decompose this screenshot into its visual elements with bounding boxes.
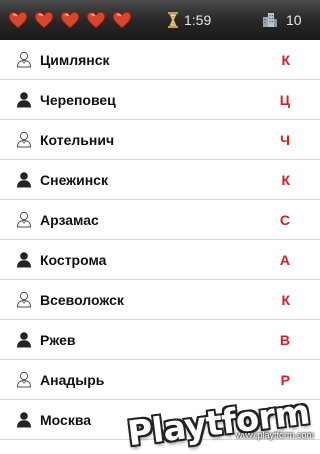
city-name: Цимлянск [40,52,110,68]
list-item[interactable]: Кострома А [0,240,320,280]
score-value: 10 [286,12,302,28]
status-bar: 1:59 10 [0,0,320,41]
last-letter: К [281,52,290,68]
list-item[interactable]: Всеволожск К [0,280,320,320]
watermark-url: www.playtform.com [235,430,314,440]
person-filled-icon [17,332,31,348]
last-letter: А [279,252,290,268]
hourglass-icon [168,12,178,28]
list-item[interactable]: Ржев В [0,320,320,360]
person-outline-icon [16,291,32,308]
last-letter: К [281,172,290,188]
heart-icon [112,11,132,29]
list-item[interactable]: Череповец Ц [0,80,320,120]
heart-icon [60,11,80,29]
person-filled-icon [17,172,31,188]
city-name: Кострома [40,252,107,268]
person-outline-icon [16,371,32,388]
heart-icon [8,11,28,29]
heart-icon [34,11,54,29]
person-outline-icon [16,51,32,68]
city-name: Всеволожск [40,292,124,308]
list-item[interactable]: Цимлянск К [0,40,320,80]
person-filled-icon [17,252,31,268]
buildings-icon [263,13,277,27]
city-name: Череповец [40,92,116,108]
city-name: Котельнич [40,132,115,148]
heart-icon [86,11,106,29]
watermark-brand: Playtform [125,392,312,454]
person-filled-icon [17,92,31,108]
last-letter: Ч [280,132,290,148]
city-name: Арзамас [40,212,99,228]
city-list: Цимлянск К Череповец Ц Котельнич Ч Снежи… [0,40,320,440]
score: 10 [262,11,302,29]
list-item[interactable]: Котельнич Ч [0,120,320,160]
city-name: Анадырь [40,372,105,388]
list-item[interactable]: Арзамас С [0,200,320,240]
last-letter: В [279,332,290,348]
watermark: Playtform www.playtform.com [126,390,320,454]
last-letter: К [281,292,290,308]
timer-value: 1:59 [184,12,212,28]
timer: 1:59 [168,11,211,29]
list-item[interactable]: Снежинск К [0,160,320,200]
person-outline-icon [16,211,32,228]
person-filled-icon [17,412,31,428]
last-letter: С [279,212,290,228]
person-outline-icon [16,131,32,148]
last-letter: Ц [279,92,290,108]
city-name: Москва [40,412,92,428]
city-name: Снежинск [40,172,108,188]
city-name: Ржев [40,332,76,348]
